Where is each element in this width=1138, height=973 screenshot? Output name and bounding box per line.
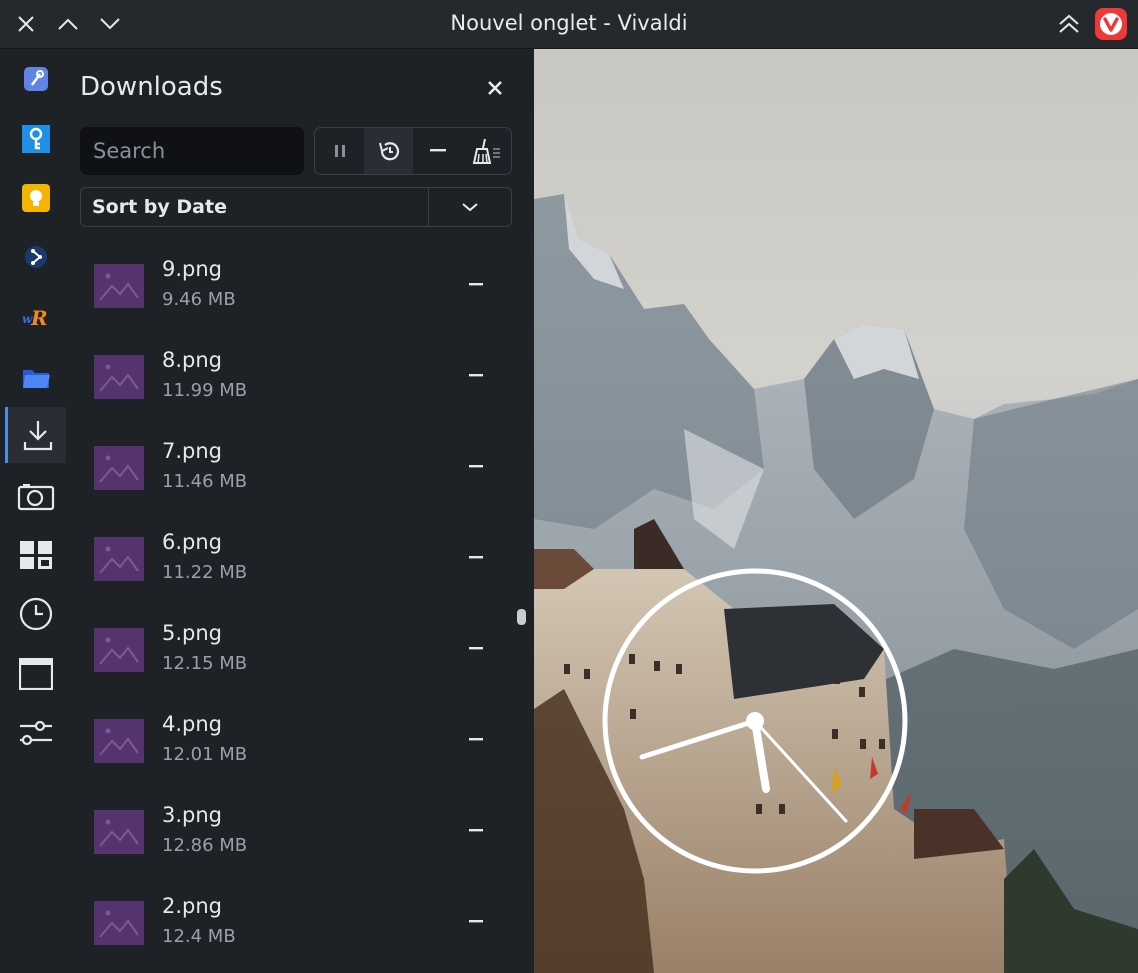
download-item[interactable]: 6.png 11.22 MB: [66, 516, 534, 607]
file-size: 12.01 MB: [162, 744, 248, 765]
file-size: 9.46 MB: [162, 289, 236, 310]
download-item[interactable]: 5.png 12.15 MB: [66, 607, 534, 698]
vivaldi-logo-icon[interactable]: [1094, 7, 1128, 41]
history-icon[interactable]: [364, 128, 413, 174]
clear-broom-icon[interactable]: [462, 128, 511, 174]
sort-dropdown[interactable]: Sort by Date: [80, 187, 512, 227]
share-icon[interactable]: [6, 229, 66, 285]
sort-label: Sort by Date: [92, 196, 227, 218]
download-toolbar: [314, 127, 512, 175]
scrollbar-thumb[interactable]: [517, 609, 526, 625]
file-size: 12.15 MB: [162, 653, 248, 674]
pause-icon[interactable]: [315, 128, 364, 174]
remove-icon[interactable]: [462, 908, 490, 936]
remove-icon[interactable]: [462, 544, 490, 572]
file-name: 7.png: [162, 439, 223, 463]
remove-icon[interactable]: [462, 453, 490, 481]
file-size: 12.86 MB: [162, 835, 248, 856]
lightbulb-icon[interactable]: [6, 170, 66, 226]
download-item[interactable]: 7.png 11.46 MB: [66, 425, 534, 516]
image-file-icon: [94, 264, 144, 308]
file-size: 12.4 MB: [162, 926, 236, 947]
image-file-icon: [94, 446, 144, 490]
download-item[interactable]: 8.png 11.99 MB: [66, 334, 534, 425]
clock-icon[interactable]: [6, 586, 66, 642]
file-name: 2.png: [162, 894, 223, 918]
image-file-icon: [94, 355, 144, 399]
remove-icon[interactable]: [462, 271, 490, 299]
file-name: 5.png: [162, 621, 223, 645]
download-item[interactable]: 9.png 9.46 MB: [66, 243, 534, 334]
download-item[interactable]: 2.png 12.4 MB: [66, 880, 534, 971]
remove-icon[interactable]: [462, 726, 490, 754]
file-size: 11.99 MB: [162, 380, 248, 401]
file-name: 4.png: [162, 712, 223, 736]
file-name: 3.png: [162, 803, 223, 827]
title-bar: Nouvel onglet - Vivaldi: [0, 0, 1138, 49]
sliders-icon[interactable]: [6, 705, 66, 761]
file-name: 9.png: [162, 257, 223, 281]
page-background: [534, 49, 1138, 973]
image-file-icon: [94, 810, 144, 854]
chevron-down-icon[interactable]: [428, 188, 511, 226]
image-file-icon: [94, 901, 144, 945]
search-input[interactable]: [80, 127, 304, 175]
remove-icon[interactable]: [462, 817, 490, 845]
window-panel-icon[interactable]: [6, 527, 66, 583]
capture-icon[interactable]: [6, 469, 66, 525]
svg-text:R: R: [30, 306, 48, 329]
wr-icon[interactable]: wR: [6, 289, 66, 345]
panel-title: Downloads: [80, 72, 223, 102]
download-item[interactable]: 3.png 12.86 MB: [66, 789, 534, 880]
double-chevron-up-icon[interactable]: [1054, 9, 1084, 39]
remove-icon[interactable]: [413, 128, 462, 174]
landscape-image: [534, 49, 1138, 973]
file-size: 11.46 MB: [162, 471, 248, 492]
file-name: 8.png: [162, 348, 223, 372]
downloads-icon[interactable]: [5, 407, 68, 463]
key-icon[interactable]: [6, 111, 66, 167]
close-panel-icon[interactable]: [480, 73, 510, 103]
download-item[interactable]: 4.png 12.01 MB: [66, 698, 534, 789]
file-size: 11.22 MB: [162, 562, 248, 583]
file-name: 6.png: [162, 530, 223, 554]
window-title: Nouvel onglet - Vivaldi: [450, 11, 688, 35]
image-file-icon: [94, 719, 144, 763]
downloads-panel: Downloads Sort by Date 9.png 9.46 MB 8.png…: [66, 49, 534, 973]
image-file-icon: [94, 628, 144, 672]
downloads-list: 9.png 9.46 MB 8.png 11.99 MB 7.png 11.46 MB 6.…: [66, 243, 534, 971]
image-file-icon: [94, 537, 144, 581]
remove-icon[interactable]: [462, 362, 490, 390]
vivaldi-settings-icon[interactable]: [6, 51, 66, 107]
window-icon[interactable]: [6, 646, 66, 702]
remove-icon[interactable]: [462, 635, 490, 663]
folder-icon[interactable]: [6, 349, 66, 405]
panel-sidebar: wR: [0, 49, 68, 973]
